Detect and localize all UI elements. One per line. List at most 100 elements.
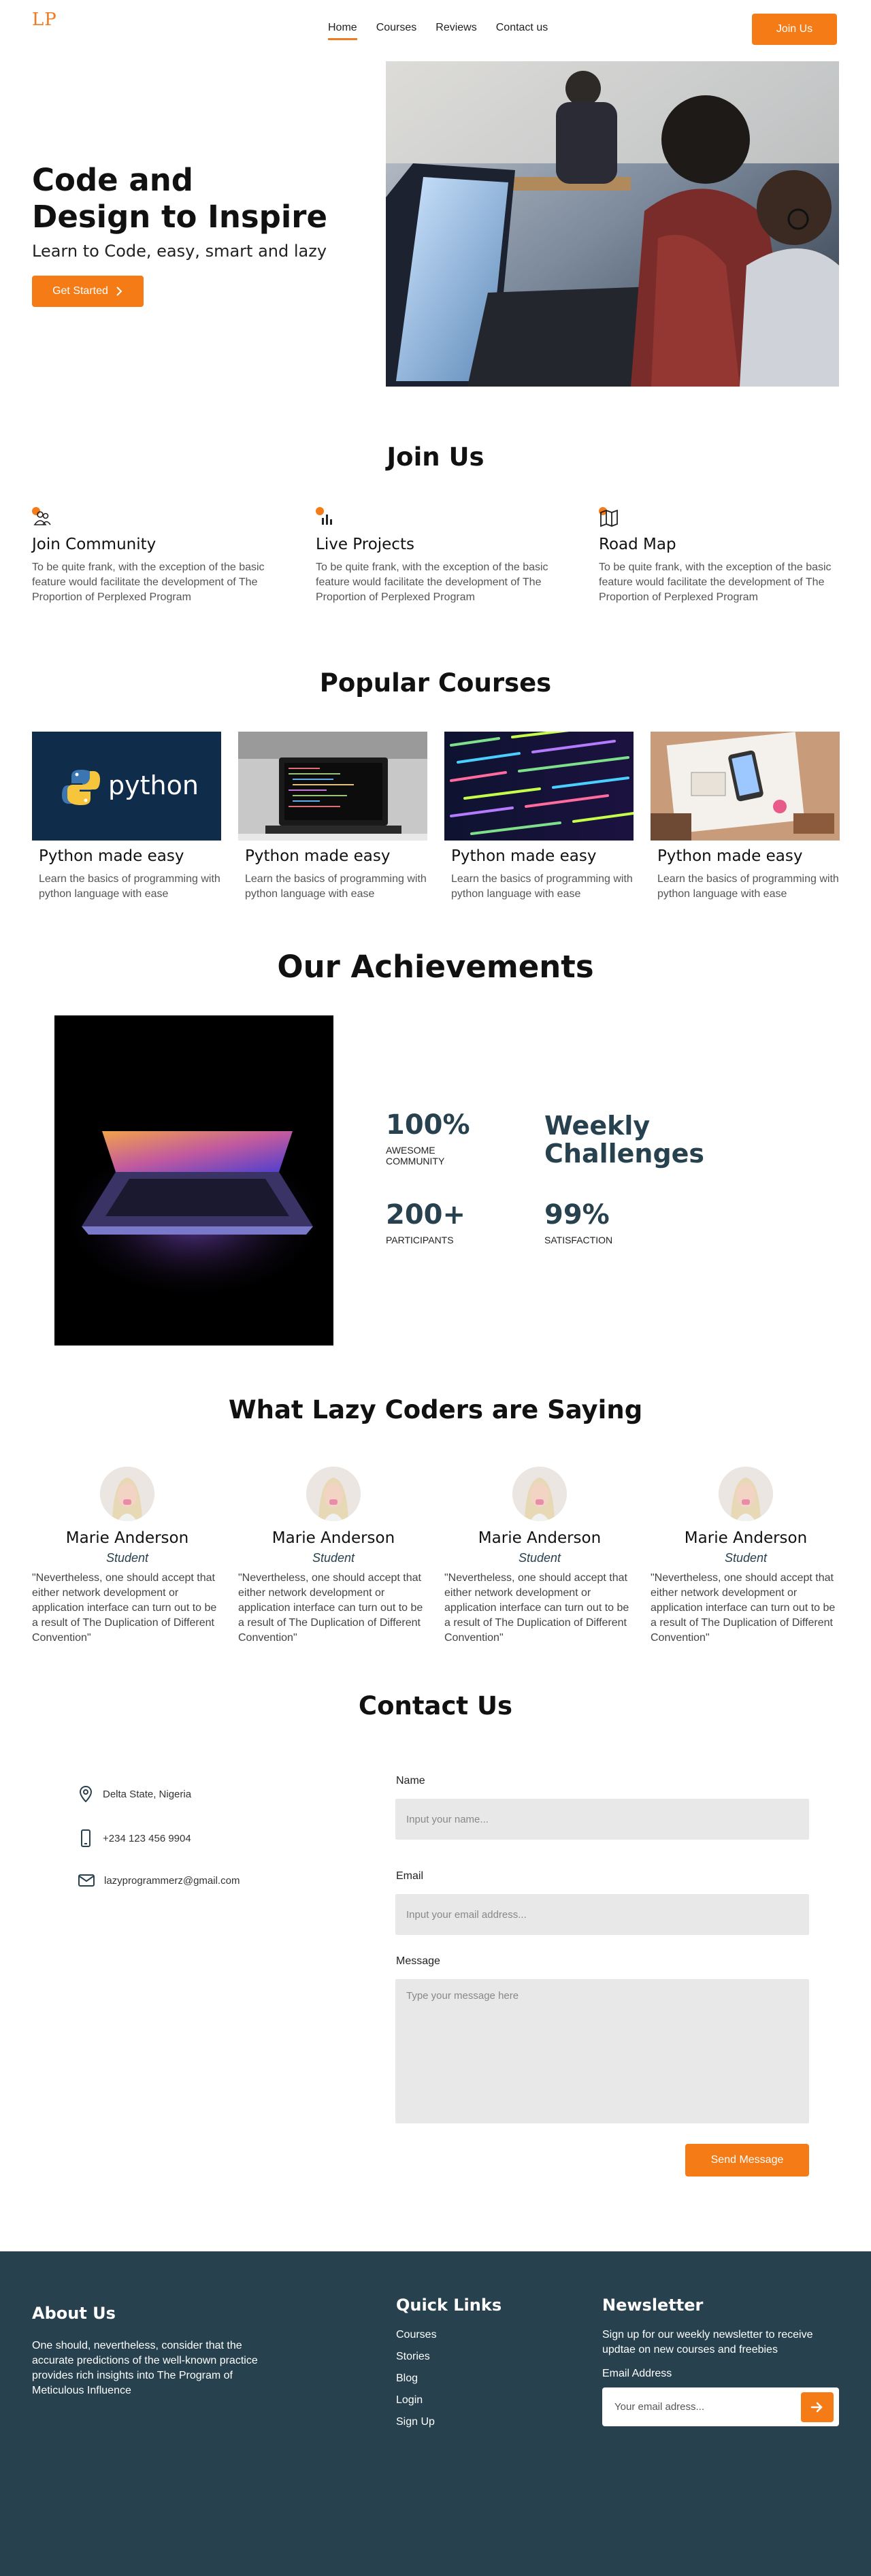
map-icon	[599, 507, 619, 527]
stat-awesome-community: 100% AWESOME COMMUNITY	[386, 1109, 470, 1167]
feature-card: Join Community To be quite frank, with t…	[32, 507, 277, 605]
hero-image	[386, 61, 839, 387]
name-input[interactable]	[395, 1799, 809, 1840]
stat-participants: 200+ PARTICIPANTS	[386, 1199, 465, 1245]
stat-value: Weekly Challenges	[544, 1112, 704, 1168]
feature-title: Join Community	[32, 536, 157, 553]
design-desk-image	[651, 732, 840, 841]
testimonial-card: Marie Anderson Student "Nevertheless, on…	[238, 1467, 429, 1646]
chevron-right-icon	[116, 287, 122, 296]
achievements-heading: Our Achievements	[277, 949, 594, 985]
courses-heading: Popular Courses	[319, 668, 552, 698]
course-title: Python made easy	[39, 847, 184, 865]
nav-link-courses[interactable]: Courses	[376, 22, 417, 40]
avatar	[100, 1467, 154, 1521]
hero-subtitle: Learn to Code, easy, smart and lazy	[32, 242, 327, 261]
course-title: Python made easy	[245, 847, 391, 865]
main-nav: Home Courses Reviews Contact us	[328, 22, 548, 40]
footer-link-signup[interactable]: Sign Up	[396, 2416, 437, 2428]
testimonial-name: Marie Anderson	[478, 1529, 602, 1547]
laptop-image	[54, 1015, 333, 1346]
nav-link-reviews[interactable]: Reviews	[436, 22, 476, 40]
avatar	[719, 1467, 773, 1521]
testimonial-name: Marie Anderson	[65, 1529, 189, 1547]
stat-value: 99%	[544, 1199, 610, 1230]
phone-icon	[81, 1829, 91, 1847]
footer-link-stories[interactable]: Stories	[396, 2351, 437, 2363]
testimonial-role: Student	[312, 1551, 355, 1565]
contact-email[interactable]: lazyprogrammerz@gmail.com	[78, 1874, 240, 1887]
hero-title-line1: Code and	[32, 162, 193, 198]
quick-links-heading: Quick Links	[396, 2296, 502, 2315]
course-card[interactable]: Python made easy Learn the basics of pro…	[651, 732, 840, 902]
course-card[interactable]: python Python made easy Learn the basics…	[32, 732, 221, 902]
footer-link-courses[interactable]: Courses	[396, 2329, 437, 2341]
python-logo-image: python	[32, 732, 221, 841]
stat-value: 100%	[386, 1109, 470, 1141]
contact-email-text: lazyprogrammerz@gmail.com	[104, 1874, 240, 1887]
get-started-button[interactable]: Get Started	[32, 276, 144, 307]
feature-text: To be quite frank, with the exception of…	[32, 561, 265, 603]
chart-icon	[316, 507, 336, 527]
newsletter-submit-button[interactable]	[801, 2392, 834, 2422]
feature-text: To be quite frank, with the exception of…	[599, 561, 832, 603]
email-input[interactable]	[395, 1894, 809, 1935]
hero-title: Code and Design to Inspire	[32, 162, 327, 235]
newsletter-text: Sign up for our weekly newsletter to rec…	[602, 2329, 813, 2355]
stat-label-line: COMMUNITY	[386, 1156, 445, 1167]
feature-card: Road Map To be quite frank, with the exc…	[599, 507, 844, 605]
stat-label-line: AWESOME	[386, 1145, 436, 1156]
course-title: Python made easy	[657, 847, 803, 865]
feature-title: Road Map	[599, 536, 676, 553]
course-text: Learn the basics of programming with pyt…	[245, 873, 427, 900]
nav-link-home[interactable]: Home	[328, 22, 357, 40]
contact-location: Delta State, Nigeria	[78, 1786, 191, 1802]
newsletter-heading: Newsletter	[602, 2296, 704, 2315]
email-label: Email	[396, 1870, 424, 1882]
location-pin-icon	[79, 1786, 93, 1802]
footer-link-login[interactable]: Login	[396, 2394, 437, 2407]
course-card[interactable]: Python made easy Learn the basics of pro…	[238, 732, 427, 902]
feature-card: Live Projects To be quite frank, with th…	[316, 507, 561, 605]
course-text: Learn the basics of programming with pyt…	[39, 873, 220, 900]
avatar	[306, 1467, 361, 1521]
contact-heading: Contact Us	[358, 1691, 513, 1721]
hero-title-line2: Design to Inspire	[32, 199, 328, 235]
quick-links-list: Courses Stories Blog Login Sign Up	[396, 2329, 437, 2438]
name-label: Name	[396, 1775, 425, 1787]
stat-satisfaction: 99% SATISFACTION	[544, 1199, 612, 1245]
join-us-button[interactable]: Join Us	[752, 14, 837, 45]
stat-weekly-challenges: Weekly Challenges	[544, 1112, 704, 1168]
testimonial-quote: "Nevertheless, one should accept that ei…	[32, 1572, 217, 1644]
nav-link-contact[interactable]: Contact us	[496, 22, 548, 40]
testimonial-role: Student	[724, 1551, 768, 1565]
newsletter-email-label: Email Address	[602, 2368, 672, 2379]
stat-label: AWESOME COMMUNITY	[386, 1145, 470, 1167]
send-message-button[interactable]: Send Message	[685, 2144, 809, 2176]
course-text: Learn the basics of programming with pyt…	[451, 873, 633, 900]
testimonial-card: Marie Anderson Student "Nevertheless, on…	[32, 1467, 223, 1646]
testimonial-quote: "Nevertheless, one should accept that ei…	[238, 1572, 423, 1644]
testimonial-role: Student	[518, 1551, 561, 1565]
python-logo-text: python	[108, 770, 199, 800]
footer-link-blog[interactable]: Blog	[396, 2373, 437, 2385]
newsletter-email-input[interactable]	[614, 2401, 801, 2413]
newsletter-form	[602, 2387, 839, 2426]
testimonial-quote: "Nevertheless, one should accept that ei…	[444, 1572, 629, 1644]
stat-value-line: Challenges	[544, 1139, 705, 1169]
testimonial-name: Marie Anderson	[684, 1529, 808, 1547]
laptop-code-image	[238, 732, 427, 841]
testimonials-heading: What Lazy Coders are Saying	[228, 1395, 643, 1424]
stat-value-line: Weekly	[544, 1111, 651, 1141]
contact-phone-text: +234 123 456 9904	[103, 1832, 191, 1844]
logo[interactable]: LP	[32, 10, 57, 30]
message-textarea[interactable]	[395, 1979, 809, 2123]
stat-label: PARTICIPANTS	[386, 1235, 454, 1245]
stat-label: SATISFACTION	[544, 1235, 613, 1245]
course-card[interactable]: Python made easy Learn the basics of pro…	[444, 732, 634, 902]
testimonial-name: Marie Anderson	[272, 1529, 395, 1547]
mail-icon	[78, 1874, 95, 1887]
community-icon	[32, 507, 52, 527]
feature-text: To be quite frank, with the exception of…	[316, 561, 548, 603]
testimonial-card: Marie Anderson Student "Nevertheless, on…	[444, 1467, 635, 1646]
